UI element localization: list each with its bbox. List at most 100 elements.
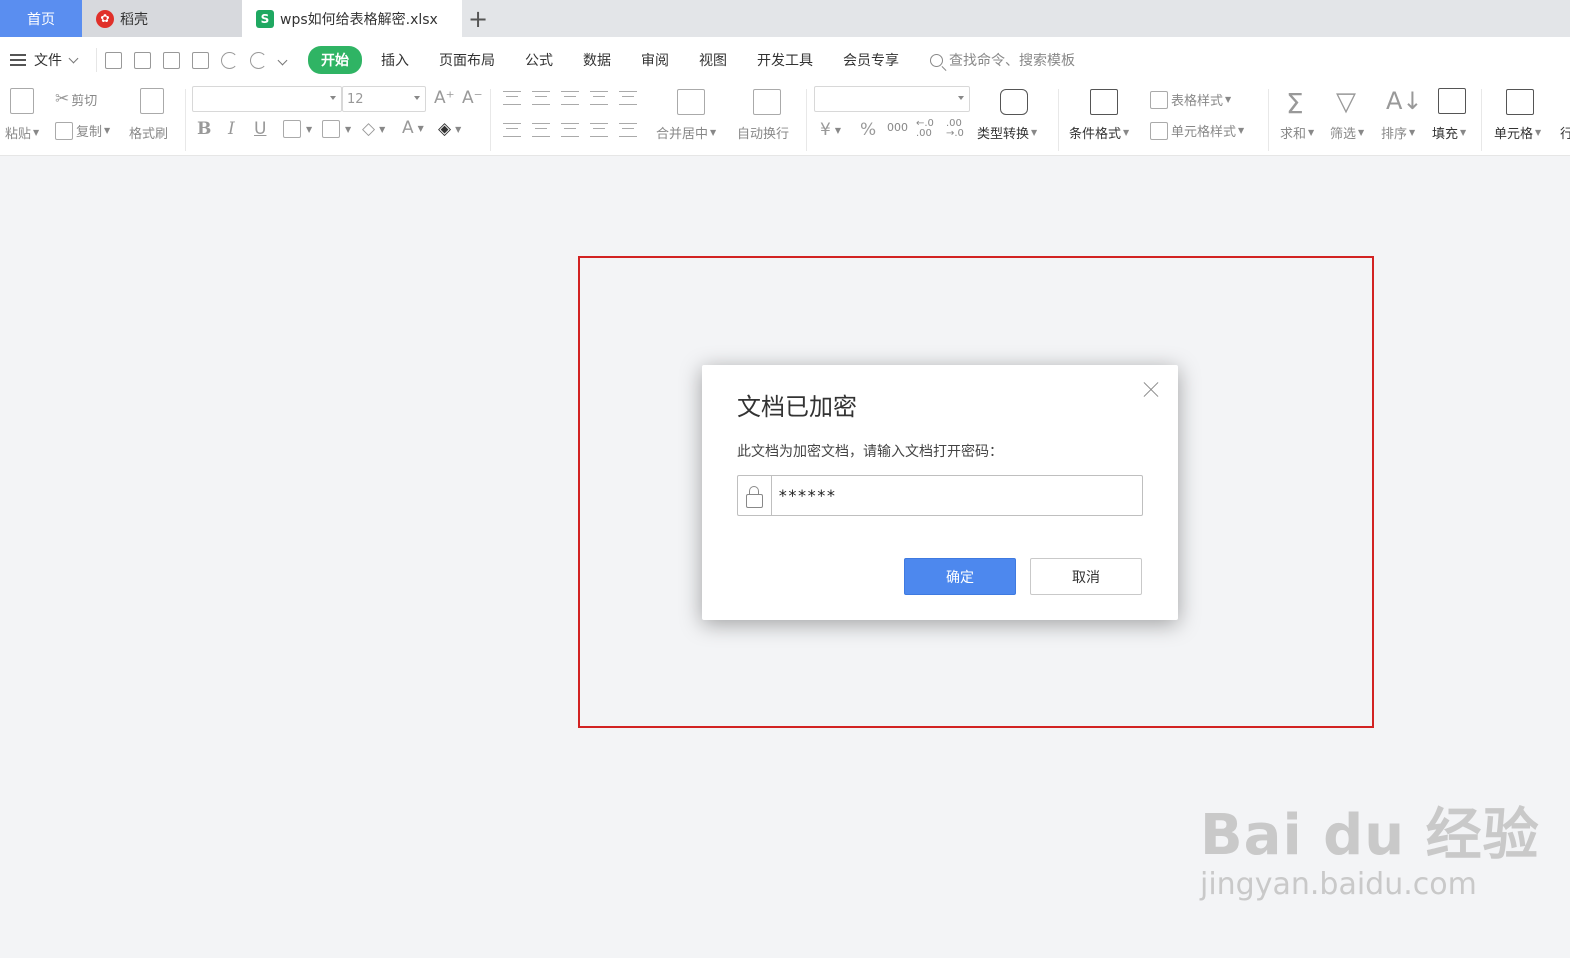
table-style-label: 表格样式 [1171,94,1224,109]
new-tab-button[interactable]: + [462,0,494,37]
menu-review[interactable]: 审阅 [626,50,684,70]
filter-text: 筛选 [1330,127,1357,142]
cell-style-button[interactable]: 单元格样式 ▼ [1150,121,1244,140]
increase-font-button[interactable]: A⁺ [434,88,457,108]
tab-file[interactable]: S wps如何给表格解密.xlsx [242,0,462,37]
fill-button[interactable] [1438,88,1469,114]
currency-button[interactable]: ¥ ▼ [820,120,841,140]
undo-icon[interactable] [221,51,238,69]
customize-toolbar-icon[interactable] [277,55,288,65]
cond-format-button[interactable] [1090,89,1121,115]
save-icon[interactable] [105,51,122,69]
sort-label[interactable]: 排序 ▼ [1381,123,1415,142]
tab-daoke-label: 稻壳 [120,11,148,28]
border-button[interactable]: ▼ [283,120,312,138]
format-painter-button[interactable] [140,88,167,114]
cancel-button[interactable]: 取消 [1030,558,1142,595]
print-icon[interactable] [163,51,180,69]
menu-bar: 文件 开始 插入 页面布局 公式 数据 审阅 视图 开发工具 会员专享 查找命令… [0,37,1570,83]
redo-icon[interactable] [250,51,267,69]
cell-button[interactable] [1506,89,1537,115]
export-pdf-icon[interactable] [134,51,151,69]
percent-button[interactable]: % [860,120,878,140]
menu-member[interactable]: 会员专享 [828,50,914,70]
file-menu[interactable]: 文件 [0,50,96,70]
tab-daoke[interactable]: ✿ 稻壳 [82,0,242,37]
menu-insert[interactable]: 插入 [366,50,424,70]
command-search[interactable]: 查找命令、搜索模板 [930,50,1075,70]
fill-style-button[interactable]: ▼ [322,120,351,138]
increase-decimal-button[interactable]: ←.0 .00 [916,119,940,139]
font-decrease-icon: A⁻ [462,88,483,108]
type-convert-button[interactable] [1000,89,1031,115]
font-increase-icon: A⁺ [434,88,455,108]
caret-down-icon: ▼ [1238,126,1245,135]
font-size-select[interactable]: 12 [342,86,426,112]
filter-button[interactable]: ▽ [1336,87,1358,117]
tab-file-label: wps如何给表格解密.xlsx [280,11,438,28]
caret-down-icon: ▼ [1031,128,1038,137]
fill-color-button[interactable]: ◇ ▼ [362,119,385,139]
align-buttons-top[interactable] [503,91,648,105]
sum-text: 求和 [1280,127,1307,142]
paste-icon [10,88,34,114]
caret-down-icon: ▼ [1225,95,1232,104]
align-top-icon [503,91,521,105]
align-buttons-bottom[interactable] [503,123,648,137]
copy-button[interactable]: 复制 ▼ [55,121,110,140]
menu-start[interactable]: 开始 [308,46,362,74]
watermark-logo: Bai du 经验 [1200,803,1540,868]
caret-down-icon: ▼ [417,123,424,133]
paste-label[interactable]: 粘贴 ▼ [5,123,39,142]
row-col-label[interactable]: 行 [1560,123,1570,142]
password-dialog: 文档已加密 此文档为加密文档，请输入文档打开密码： 确定 取消 [702,365,1178,620]
divider [490,89,491,151]
cond-format-text: 条件格式 [1069,127,1122,142]
password-input[interactable] [772,476,1142,515]
close-icon[interactable] [1140,379,1162,401]
dropdown-arrow-icon [330,96,336,100]
menu-formula[interactable]: 公式 [510,50,568,70]
paste-button[interactable] [10,88,37,114]
caret-down-icon: ▼ [33,128,40,137]
thousands-button[interactable]: 000 [887,121,908,134]
cond-format-label[interactable]: 条件格式 ▼ [1069,123,1129,142]
menu-data[interactable]: 数据 [568,50,626,70]
menu-view[interactable]: 视图 [684,50,742,70]
divider [1268,89,1269,151]
sort-button[interactable]: A↓ [1386,87,1425,115]
tab-home[interactable]: 首页 [0,0,82,37]
cut-button[interactable]: ✂ 剪切 [55,89,97,109]
italic-button[interactable]: I [228,119,237,139]
sum-button[interactable]: Σ [1286,87,1306,120]
divider [1058,89,1059,151]
decrease-decimal-button[interactable]: .00 →.0 [946,119,970,139]
cell-label[interactable]: 单元格 ▼ [1494,123,1541,142]
merge-center-button[interactable] [677,89,708,115]
print-preview-icon[interactable] [192,51,209,69]
decrease-decimal-icon: .00 →.0 [946,118,964,139]
sum-label[interactable]: 求和 ▼ [1280,123,1314,142]
number-format-select[interactable] [814,86,970,112]
font-color-button[interactable]: A ▼ [402,118,424,138]
underline-button[interactable]: U [254,119,268,139]
fill-label[interactable]: 填充 ▼ [1432,123,1466,142]
decrease-font-button[interactable]: A⁻ [462,88,485,108]
auto-wrap-button[interactable] [753,89,784,115]
filter-label[interactable]: 筛选 ▼ [1330,123,1364,142]
clear-button[interactable]: ◈ ▼ [438,119,461,139]
font-color-icon: A [402,118,414,138]
bold-button[interactable]: B [197,119,213,139]
password-field[interactable] [737,475,1143,516]
menu-page-layout[interactable]: 页面布局 [424,50,510,70]
format-painter-label: 格式刷 [129,123,168,142]
menu-dev-tools[interactable]: 开发工具 [742,50,828,70]
type-convert-label[interactable]: 类型转换 ▼ [977,123,1037,142]
table-style-button[interactable]: 表格样式 ▼ [1150,90,1231,109]
ribbon-toolbar: 粘贴 ▼ ✂ 剪切 复制 ▼ 格式刷 12 A⁺ A⁻ B I U ▼ ▼ ◇ ▼ A ▼… [0,83,1570,156]
ok-button[interactable]: 确定 [904,558,1016,595]
merge-center-label[interactable]: 合并居中 ▼ [656,123,716,142]
font-name-select[interactable] [192,86,342,112]
eraser-icon: ◈ [438,119,452,139]
caret-down-icon: ▼ [834,125,841,135]
